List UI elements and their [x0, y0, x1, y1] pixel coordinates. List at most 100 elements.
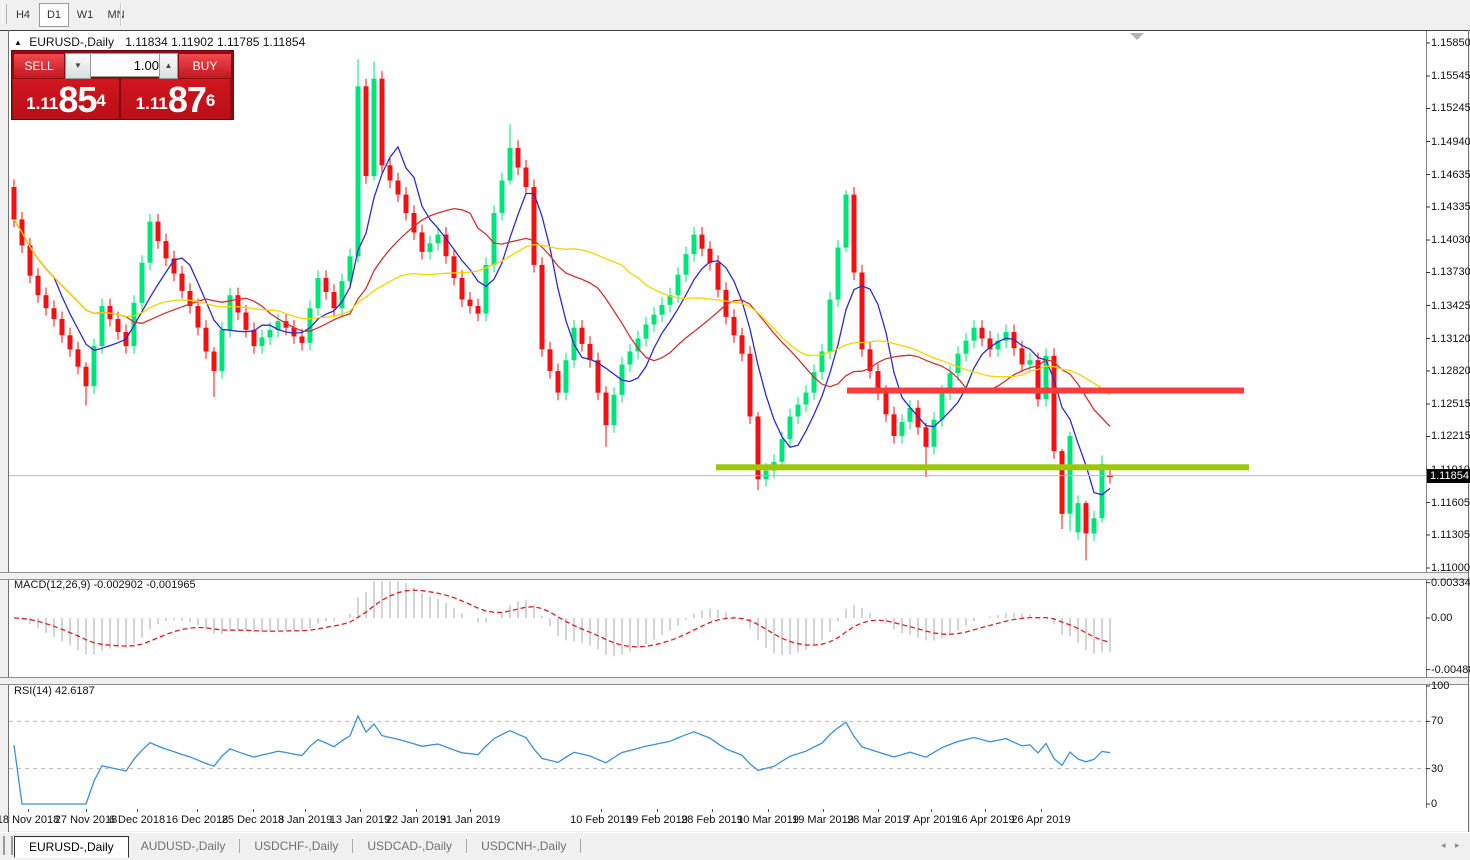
- tab-separator: [466, 839, 467, 853]
- symbol-tab-usdcnh[interactable]: USDCNH-,Daily: [469, 836, 578, 856]
- macd-tick: 0.003346: [1431, 577, 1470, 589]
- buy-button[interactable]: BUY: [178, 53, 232, 79]
- buy-price-display[interactable]: 1.11876: [121, 79, 230, 119]
- collapse-panel-icon[interactable]: ▲: [14, 38, 22, 47]
- date-label: 10 Mar 2019: [737, 814, 799, 826]
- buy-price-big: 87: [168, 83, 206, 117]
- date-label: 16 Apr 2019: [955, 814, 1014, 826]
- date-tick: [86, 809, 87, 812]
- symbol-tab-usdchf[interactable]: USDCHF-,Daily: [242, 836, 350, 856]
- date-tick: [197, 809, 198, 812]
- date-tick: [470, 809, 471, 812]
- price-tick: 1.11305: [1431, 529, 1470, 541]
- date-label: 22 Jan 2019: [386, 814, 447, 826]
- date-label: 28 Feb 2019: [681, 814, 743, 826]
- symbol-tab-eurusd[interactable]: EURUSD-,Daily: [14, 836, 129, 858]
- date-label: 10 Feb 2019: [570, 814, 632, 826]
- tab-separator: [239, 839, 240, 853]
- date-tick: [601, 809, 602, 812]
- toolbar: H4D1W1MN: [0, 0, 1470, 31]
- price-tick: 1.15245: [1431, 102, 1470, 114]
- price-tick: 1.12215: [1431, 430, 1470, 442]
- date-tick: [253, 809, 254, 812]
- tab-separator: [352, 839, 353, 853]
- date-tick: [712, 809, 713, 812]
- sell-price-display[interactable]: 1.11854: [13, 79, 121, 119]
- toolbar-grip[interactable]: [2, 4, 7, 24]
- tab-separator: [580, 839, 581, 853]
- chart-canvas[interactable]: [0, 30, 1470, 810]
- date-label: 7 Apr 2019: [904, 814, 957, 826]
- rsi-tick: 30: [1431, 763, 1443, 775]
- date-label: 26 Apr 2019: [1011, 814, 1070, 826]
- date-label: 3 Jan 2019: [278, 814, 332, 826]
- one-click-trade-panel: SELL ▼ ▲ BUY 1.11854 1.11876: [11, 50, 234, 120]
- volume-input[interactable]: [90, 53, 166, 77]
- date-axis[interactable]: 18 Nov 201827 Nov 20186 Dec 201816 Dec 2…: [9, 809, 1426, 831]
- date-label: 18 Nov 2018: [0, 814, 59, 826]
- symbol-tab-bar: EURUSD-,DailyAUDUSD-,DailyUSDCHF-,DailyU…: [0, 832, 1470, 860]
- rsi-panel[interactable]: [9, 716, 1426, 804]
- price-tick: 1.15545: [1431, 70, 1470, 82]
- macd-tick: 0.00: [1431, 612, 1452, 624]
- date-tick: [416, 809, 417, 812]
- symbol-tab-audusd[interactable]: AUDUSD-,Daily: [129, 836, 238, 856]
- ohlc-values: 1.11834 1.11902 1.11785 1.11854: [125, 35, 305, 49]
- timeframe-button-d1[interactable]: D1: [39, 3, 69, 27]
- date-tick: [878, 809, 879, 812]
- timeframe-button-h4[interactable]: H4: [8, 3, 38, 27]
- date-tick: [931, 809, 932, 812]
- macd-tick: -0.004885: [1431, 664, 1470, 676]
- rsi-tick: 70: [1431, 715, 1443, 727]
- macd-label: MACD(12,26,9) -0.002902 -0.001965: [14, 579, 196, 591]
- date-label: 19 Mar 2019: [792, 814, 854, 826]
- rsi-tick: 100: [1431, 680, 1449, 692]
- date-label: 19 Feb 2019: [626, 814, 688, 826]
- volume-increase-button[interactable]: ▲: [159, 53, 178, 79]
- buy-price-sup: 6: [206, 79, 215, 123]
- support-line[interactable]: [716, 464, 1249, 470]
- date-tick: [985, 809, 986, 812]
- price-tick: 1.11605: [1431, 497, 1470, 509]
- date-tick: [137, 809, 138, 812]
- price-panel[interactable]: [9, 59, 1426, 560]
- date-tick: [360, 809, 361, 812]
- sell-button[interactable]: SELL: [13, 53, 65, 79]
- timeframe-button-mn[interactable]: MN: [101, 3, 131, 27]
- price-tick: 1.15850: [1431, 37, 1470, 49]
- symbol-tab-usdcad[interactable]: USDCAD-,Daily: [355, 836, 464, 856]
- scroll-to-end-icon[interactable]: [1130, 33, 1144, 40]
- price-tick: 1.13425: [1431, 300, 1470, 312]
- date-label: 16 Dec 2018: [166, 814, 228, 826]
- resistance-line[interactable]: [847, 388, 1244, 394]
- price-tick: 1.14635: [1431, 169, 1470, 181]
- toolbar-separator: [120, 3, 122, 26]
- date-tick: [657, 809, 658, 812]
- tab-scroll-left-icon[interactable]: ◂: [1441, 840, 1446, 851]
- date-label: 28 Mar 2019: [847, 814, 909, 826]
- date-tick: [823, 809, 824, 812]
- rsi-tick: 0: [1431, 798, 1437, 810]
- macd-panel[interactable]: [14, 581, 1110, 656]
- price-tick: 1.12515: [1431, 398, 1470, 410]
- date-label: 31 Jan 2019: [440, 814, 501, 826]
- current-price-tag: 1.11854: [1427, 469, 1470, 483]
- volume-decrease-button[interactable]: ▼: [65, 53, 91, 79]
- price-tick: 1.13730: [1431, 266, 1470, 278]
- tab-scroll-right-icon[interactable]: ▸: [1455, 840, 1460, 851]
- date-label: 13 Jan 2019: [330, 814, 391, 826]
- date-label: 6 Dec 2018: [109, 814, 165, 826]
- tab-bar-grip[interactable]: [3, 836, 13, 855]
- timeframe-button-w1[interactable]: W1: [70, 3, 100, 27]
- sell-price-big: 85: [58, 83, 96, 117]
- symbol-period-label: EURUSD-,Daily: [29, 35, 114, 49]
- splitter-macd-rsi[interactable]: [0, 677, 1468, 685]
- sell-price-sup: 4: [96, 79, 105, 123]
- price-tick: 1.12820: [1431, 365, 1470, 377]
- price-tick: 1.14030: [1431, 234, 1470, 246]
- date-tick: [305, 809, 306, 812]
- splitter-price-macd[interactable]: [0, 572, 1468, 580]
- chart-title: ▲ EURUSD-,Daily 1.11834 1.11902 1.11785 …: [14, 35, 305, 49]
- date-tick: [768, 809, 769, 812]
- date-tick: [28, 809, 29, 812]
